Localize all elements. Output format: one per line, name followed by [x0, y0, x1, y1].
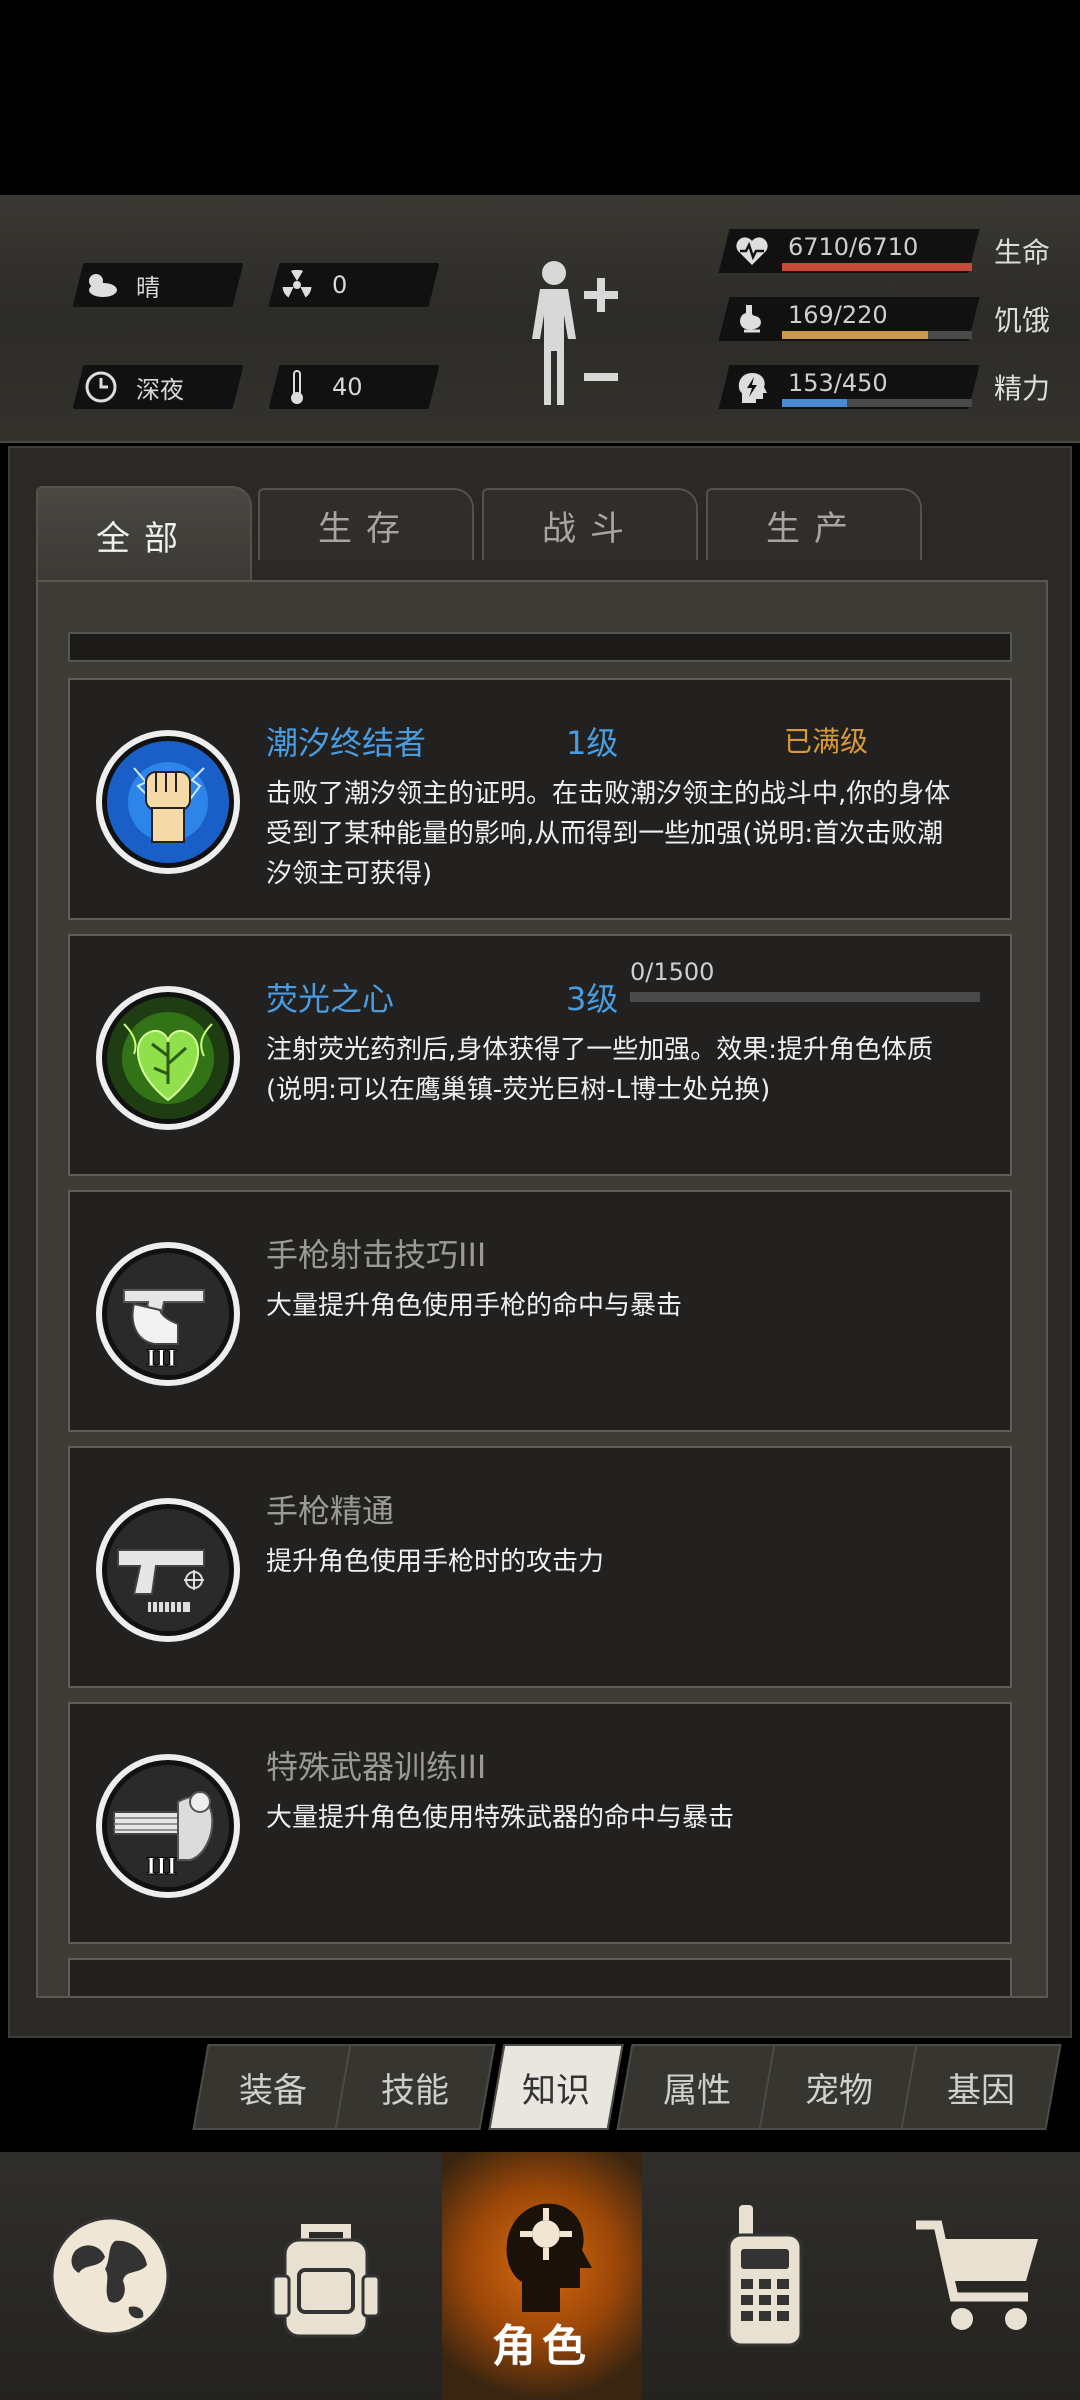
card-title: 荧光之心 [266, 980, 395, 1018]
energy-bar: 153/450 精力 [718, 365, 1060, 409]
weather-chip: 晴 [72, 263, 244, 307]
pistol-hand-icon: III [94, 1220, 282, 1408]
heart-pulse-icon [734, 233, 770, 269]
tab-combat[interactable]: 战斗 [482, 488, 698, 560]
sub-tab-bar: 装备 技能 知识 属性 宠物 基因 [192, 2044, 1070, 2130]
fist-lightning-icon [94, 708, 282, 896]
radiation-text: 0 [332, 271, 348, 299]
list-item[interactable]: III 手枪射击技巧III 大量提升角色使用手枪的命中与暴击 [68, 1190, 1012, 1432]
character-icon [506, 2203, 592, 2312]
status-panel: 晴 0 深夜 40 6710/6710 生命 169/220 饥饿 153/45… [0, 195, 1080, 443]
subtab-equipment[interactable]: 装备 [192, 2044, 354, 2130]
card-description: 大量提升角色使用手枪的命中与暴击 [266, 1291, 683, 1321]
radiation-chip: 0 [268, 263, 440, 307]
card-title: 潮汐终结者 [266, 724, 427, 762]
tab-production[interactable]: 生产 [706, 488, 922, 560]
subtab-skills[interactable]: 技能 [334, 2044, 496, 2130]
card-level: 3级 [566, 980, 619, 1018]
pistol-icon [94, 1476, 282, 1664]
time-chip: 深夜 [72, 365, 244, 409]
list-top-strip [68, 632, 1012, 662]
list-item[interactable] [68, 1958, 1012, 1996]
thermometer-icon [274, 365, 320, 409]
hunger-label: 饥饿 [994, 304, 1051, 337]
knowledge-list[interactable]: 潮汐终结者 1级 已满级 击败了潮汐领主的证明。在击败潮汐领主的战斗中,你的身体… [36, 580, 1048, 1998]
nav-map-button[interactable] [10, 2152, 210, 2400]
subtab-pets[interactable]: 宠物 [758, 2044, 920, 2130]
card-title: 特殊武器训练III [266, 1748, 487, 1786]
globe-icon [50, 2216, 170, 2336]
main-frame: 全部 生存 战斗 生产 潮汐终结者 1级 已满级 击败了潮汐领主的证明。在击败潮… [8, 446, 1072, 2038]
nav-backpack-button[interactable] [226, 2152, 426, 2400]
radiation-icon [274, 263, 320, 307]
subtab-genes[interactable]: 基因 [900, 2044, 1062, 2130]
tab-survival[interactable]: 生存 [258, 488, 474, 560]
svg-text:III: III [146, 1854, 177, 1880]
glowing-heart-icon [94, 964, 282, 1152]
health-bar: 6710/6710 生命 [718, 229, 1060, 273]
health-value: 6710/6710 [788, 233, 919, 261]
minigun-icon: III [94, 1732, 282, 1920]
hunger-value: 169/220 [788, 301, 888, 329]
body-status-button[interactable] [520, 255, 630, 415]
hunger-bar: 169/220 饥饿 [718, 297, 1060, 341]
backpack-icon [271, 2224, 381, 2338]
subtab-attributes[interactable]: 属性 [616, 2044, 778, 2130]
temperature-text: 40 [332, 373, 363, 401]
card-description: 提升角色使用手枪时的攻击力 [266, 1547, 605, 1577]
card-title: 手枪射击技巧III [266, 1236, 487, 1274]
cart-icon [916, 2220, 1038, 2330]
card-max-status: 已满级 [784, 725, 869, 758]
card-title: 手枪精通 [266, 1492, 395, 1530]
tab-all[interactable]: 全部 [36, 486, 252, 582]
subtab-knowledge[interactable]: 知识 [488, 2044, 624, 2130]
svg-text:III: III [146, 1346, 177, 1372]
head-bolt-icon [734, 369, 770, 405]
card-level: 1级 [566, 724, 619, 762]
list-item[interactable]: 手枪精通 提升角色使用手枪时的攻击力 [68, 1446, 1012, 1688]
bottom-nav: 角色 [0, 2152, 1080, 2400]
nav-character-button[interactable]: 角色 [442, 2152, 642, 2400]
human-body-icon [532, 261, 618, 405]
nav-shop-button[interactable] [880, 2152, 1080, 2400]
card-description: 注射荧光药剂后,身体获得了一些加强。效果:提升角色体质(说明:可以在鹰巢镇-荧光… [266, 1035, 934, 1105]
clock-icon [78, 365, 124, 409]
card-description: 击败了潮汐领主的证明。在击败潮汐领主的战斗中,你的身体受到了某种能量的影响,从而… [266, 779, 951, 889]
health-label: 生命 [994, 236, 1051, 269]
card-progress-bar [630, 992, 980, 1002]
energy-value: 153/450 [788, 369, 888, 397]
radio-icon [727, 2205, 803, 2347]
card-progress-text: 0/1500 [630, 958, 715, 986]
card-description: 大量提升角色使用特殊武器的命中与暴击 [266, 1803, 735, 1833]
nav-radio-button[interactable] [664, 2152, 864, 2400]
energy-label: 精力 [994, 372, 1051, 405]
list-item[interactable]: III 特殊武器训练III 大量提升角色使用特殊武器的命中与暴击 [68, 1702, 1012, 1944]
list-item[interactable]: 荧光之心 3级 0/1500 注射荧光药剂后,身体获得了一些加强。效果:提升角色… [68, 934, 1012, 1176]
stomach-icon [734, 301, 770, 337]
cloud-sun-icon [78, 263, 124, 307]
time-text: 深夜 [136, 375, 184, 404]
weather-text: 晴 [136, 273, 160, 302]
list-item[interactable]: 潮汐终结者 1级 已满级 击败了潮汐领主的证明。在击败潮汐领主的战斗中,你的身体… [68, 678, 1012, 920]
nav-character-label: 角色 [492, 2321, 592, 2372]
temperature-chip: 40 [268, 365, 440, 409]
